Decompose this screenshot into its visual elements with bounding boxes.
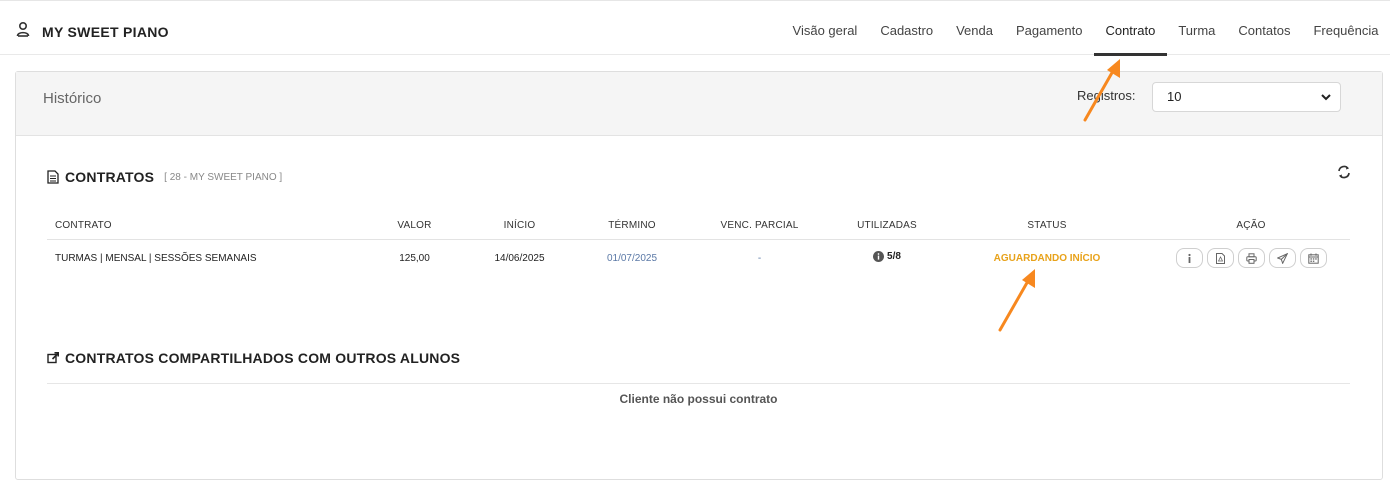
col-inicio: INÍCIO [462,212,577,240]
table-header-row: CONTRATO VALOR INÍCIO TÉRMINO VENC. PARC… [47,212,1350,240]
brand: MY SWEET PIANO [16,21,169,42]
tab-venda[interactable]: Venda [945,1,1005,55]
send-icon [1276,252,1288,264]
cell-inicio: 14/06/2025 [494,252,545,264]
col-termino: TÉRMINO [577,212,687,240]
cell-utilizadas: 5/8 [832,239,942,277]
utilizadas-text: 5/8 [887,251,901,263]
tab-frequencia[interactable]: Frequência [1302,1,1390,55]
empty-contracts-message: Cliente não possui contrato [619,392,778,406]
cell-termino[interactable]: 01/07/2025 [577,239,687,277]
action-buttons [1175,248,1327,269]
contracts-table: CONTRATO VALOR INÍCIO TÉRMINO VENC. PARC… [47,212,1350,277]
print-icon [1245,253,1257,264]
registros-value: 10 [1167,89,1182,104]
col-venc-parcial: VENC. PARCIAL [687,212,832,240]
col-valor: VALOR [367,212,462,240]
cell-venc-parcial: - [757,252,762,264]
calendar-button[interactable] [1299,248,1327,269]
tab-contrato[interactable]: Contrato [1093,1,1167,56]
info-button[interactable] [1175,248,1203,269]
shared-title: CONTRATOS COMPARTILHADOS COM OUTROS ALUN… [65,350,461,366]
tab-visao-geral[interactable]: Visão geral [781,1,869,55]
table-row: TURMAS | MENSAL | SESSÕES SEMANAIS 125,0… [47,239,1350,277]
section-divider [47,383,1350,384]
tab-pagamento[interactable]: Pagamento [1004,1,1094,55]
user-icon [16,21,30,42]
shared-section-title: CONTRATOS COMPARTILHADOS COM OUTROS ALUN… [47,350,460,366]
registros-label: Registros: [1077,88,1136,103]
cell-acao [1152,239,1350,277]
cell-contrato: TURMAS | MENSAL | SESSÕES SEMANAIS [55,252,257,264]
tab-cadastro[interactable]: Cadastro [869,1,945,55]
print-button[interactable] [1237,248,1265,269]
contracts-title: CONTRATOS [65,169,155,185]
registros-select[interactable]: 10 [1152,82,1341,112]
contracts-subtitle: [ 28 - MY SWEET PIANO ] [164,171,283,183]
col-acao: AÇÃO [1152,212,1350,240]
utilizadas-value[interactable]: 5/8 [873,251,901,263]
status-badge: AGUARDANDO INÍCIO [993,252,1101,264]
history-panel: Histórico Registros: 10 CONTRATOS [ 28 -… [15,71,1383,480]
share-icon [47,352,59,364]
chevron-down-icon [1321,94,1331,101]
calendar-icon [1307,253,1319,264]
send-button[interactable] [1268,248,1296,269]
top-bar: MY SWEET PIANO Visão geral Cadastro Vend… [0,0,1390,56]
tab-turma[interactable]: Turma [1167,1,1227,55]
contracts-section-title: CONTRATOS [ 28 - MY SWEET PIANO ] [47,169,282,185]
pdf-button[interactable] [1206,248,1234,269]
pdf-icon [1215,252,1225,264]
panel-header: Histórico Registros: 10 [16,72,1382,136]
col-status: STATUS [942,212,1152,240]
info-circle-icon [873,251,885,263]
document-icon [47,170,59,184]
cell-valor: 125,00 [399,252,430,264]
panel-title: Histórico [43,90,102,107]
client-tabs: Visão geral Cadastro Venda Pagamento Con… [781,1,1390,56]
tab-contatos[interactable]: Contatos [1227,1,1302,55]
col-contrato: CONTRATO [47,212,367,240]
info-icon [1187,253,1191,263]
client-name: MY SWEET PIANO [42,23,169,40]
refresh-icon[interactable] [1336,164,1352,180]
col-utilizadas: UTILIZADAS [832,212,942,240]
